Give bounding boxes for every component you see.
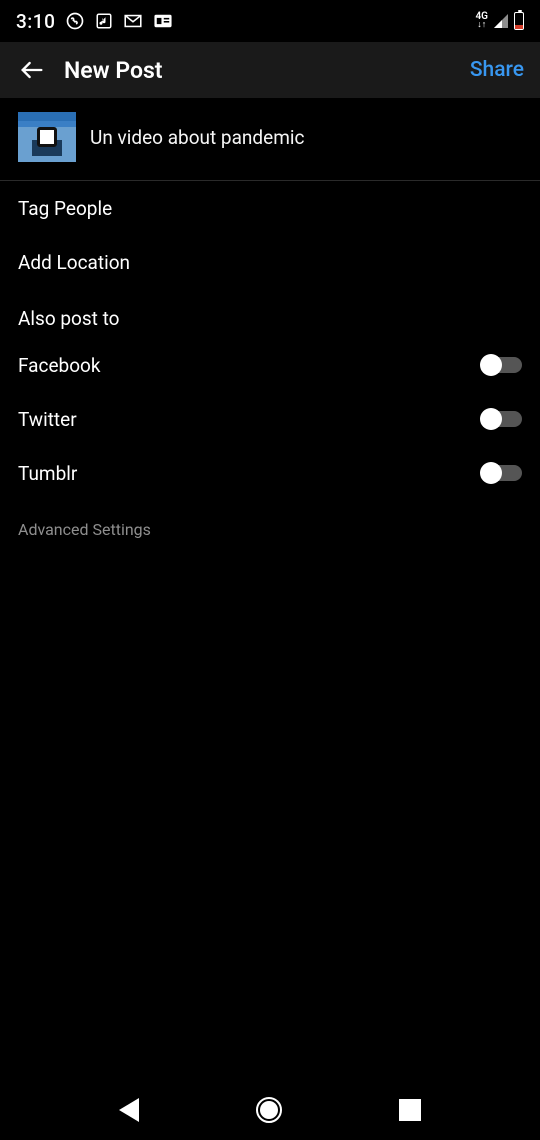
toggle-knob: [480, 354, 502, 376]
battery-icon: [514, 12, 524, 30]
mail-icon: [123, 14, 143, 28]
page-title: New Post: [64, 57, 470, 84]
facebook-row: Facebook: [0, 338, 540, 392]
status-right: 4G ↓↑: [475, 12, 524, 30]
share-button[interactable]: Share: [470, 58, 526, 82]
caption-row[interactable]: Un video about pandemic: [0, 98, 540, 181]
app-header: New Post Share: [0, 42, 540, 98]
toggle-knob: [480, 408, 502, 430]
news-icon: [153, 14, 173, 28]
nav-back-button[interactable]: [119, 1098, 139, 1122]
status-bar: 3:10 4G ↓↑: [0, 0, 540, 42]
post-thumbnail[interactable]: [18, 112, 76, 162]
caption-input[interactable]: Un video about pandemic: [90, 126, 304, 149]
whatsapp-icon: [65, 11, 85, 31]
twitter-label: Twitter: [18, 408, 77, 431]
twitter-row: Twitter: [0, 392, 540, 446]
tumblr-toggle[interactable]: [482, 465, 522, 481]
twitter-toggle[interactable]: [482, 411, 522, 427]
also-post-label: Also post to: [0, 289, 540, 338]
signal-icon: [494, 14, 508, 28]
tumblr-label: Tumblr: [18, 462, 77, 485]
network-type-icon: 4G ↓↑: [475, 12, 488, 30]
back-button[interactable]: [14, 52, 50, 88]
battery-fill: [515, 25, 523, 29]
tumblr-row: Tumblr: [0, 446, 540, 500]
toggle-knob: [480, 462, 502, 484]
facebook-label: Facebook: [18, 354, 101, 377]
add-location-label: Add Location: [18, 251, 130, 274]
add-location-row[interactable]: Add Location: [0, 235, 540, 289]
facebook-toggle[interactable]: [482, 357, 522, 373]
android-nav-bar: [0, 1080, 540, 1140]
status-left: 3:10: [16, 10, 173, 33]
tag-people-row[interactable]: Tag People: [0, 181, 540, 235]
nav-recent-button[interactable]: [399, 1099, 421, 1121]
music-icon: [95, 12, 113, 30]
tag-people-label: Tag People: [18, 197, 112, 220]
advanced-settings-button[interactable]: Advanced Settings: [0, 500, 540, 559]
clock: 3:10: [16, 10, 55, 33]
nav-home-button[interactable]: [256, 1097, 282, 1123]
